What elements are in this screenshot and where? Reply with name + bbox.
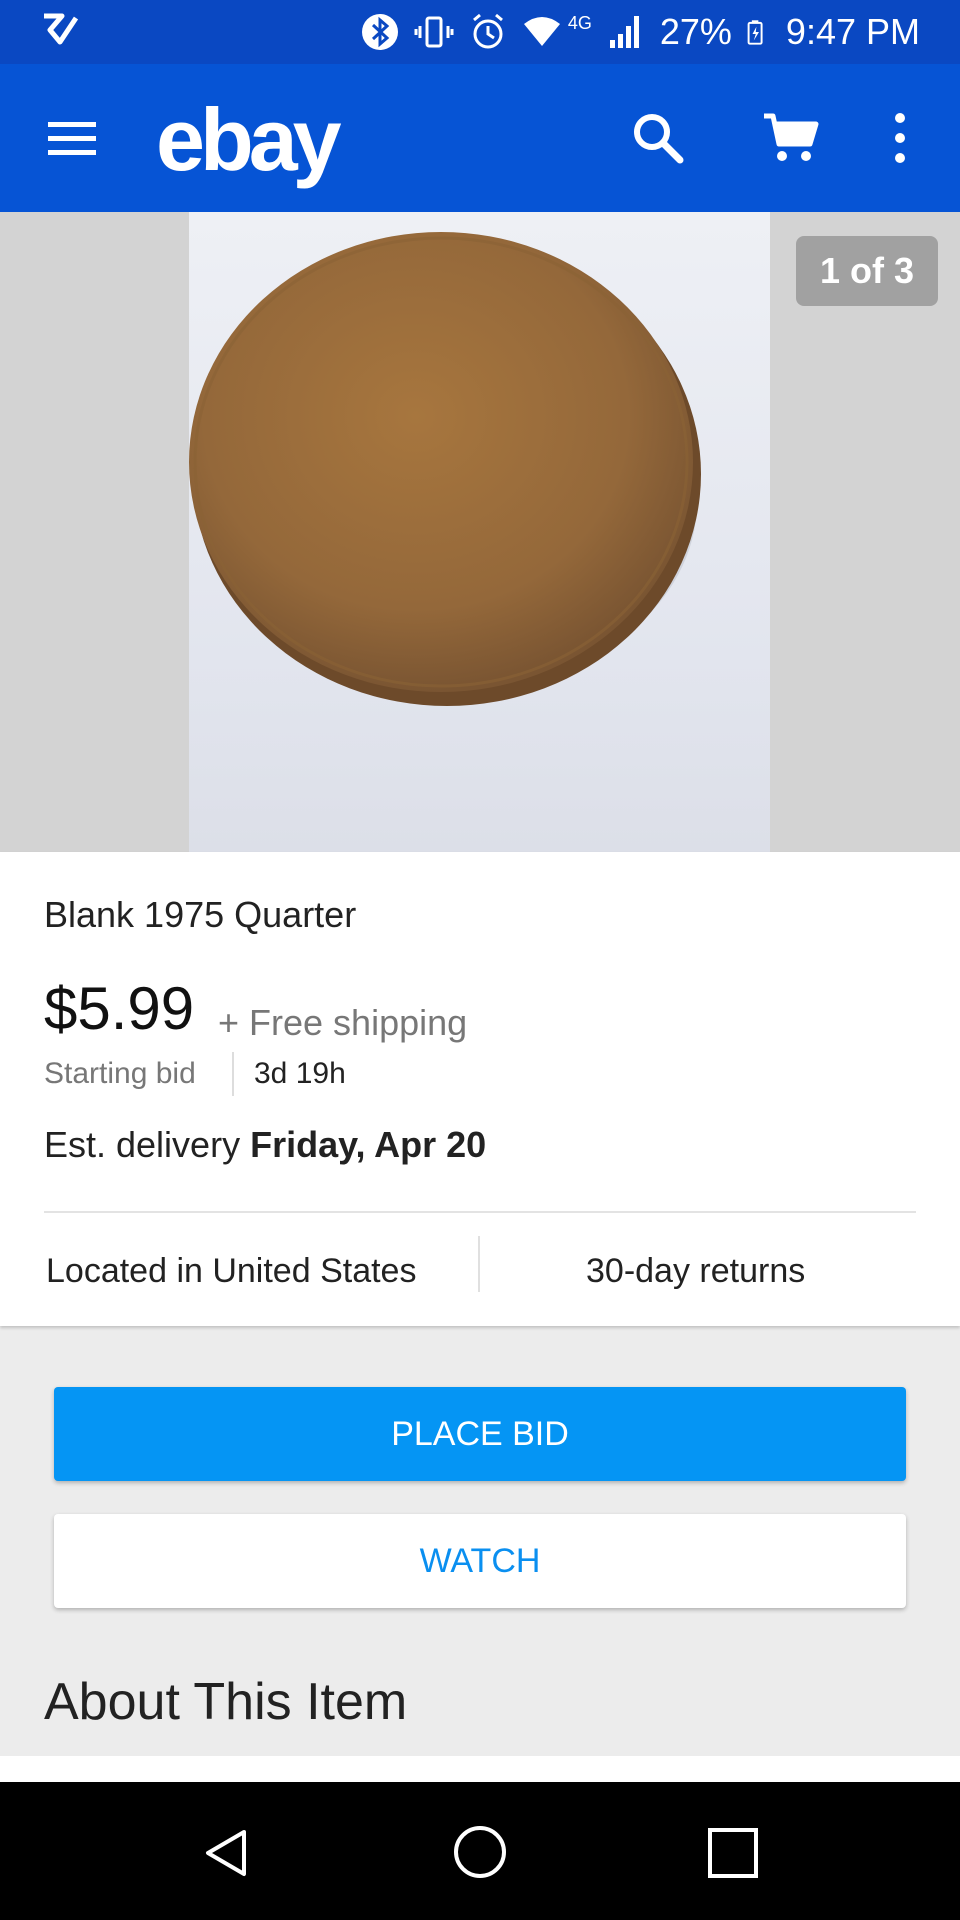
item-title: Blank 1975 Quarter	[44, 894, 357, 935]
menu-icon[interactable]	[44, 114, 100, 162]
battery-percent: 27%	[659, 11, 732, 52]
delivery-label: Est. delivery	[44, 1124, 241, 1165]
search-icon[interactable]	[630, 110, 686, 166]
about-section-title: About This Item	[44, 1673, 408, 1731]
divider	[44, 1211, 916, 1213]
about-section-card	[0, 1756, 960, 1782]
image-counter: 1 of 3	[796, 236, 938, 306]
divider	[232, 1052, 234, 1096]
item-location: Located in United States	[46, 1252, 417, 1290]
item-details-card: Blank 1975 Quarter $5.99 + Free shipping…	[0, 852, 960, 1326]
item-price: $5.99	[44, 975, 195, 1042]
back-icon[interactable]	[200, 1826, 254, 1880]
system-nav-bar	[0, 1782, 960, 1920]
alarm-icon	[472, 13, 503, 49]
image-gallery[interactable]: 1 of 3	[0, 212, 960, 852]
app-notification-icon	[44, 13, 79, 45]
clock: 9:47 PM	[785, 11, 920, 52]
shipping-info: + Free shipping	[218, 1002, 468, 1043]
wifi-icon	[523, 17, 560, 46]
coin-image	[189, 232, 701, 706]
delivery-date: Friday, Apr 20	[250, 1124, 487, 1165]
item-photo[interactable]	[189, 212, 770, 852]
recent-apps-icon[interactable]	[706, 1826, 760, 1880]
cart-icon[interactable]	[760, 110, 820, 166]
place-bid-button[interactable]: PLACE BID	[54, 1387, 906, 1481]
home-icon[interactable]	[452, 1824, 508, 1880]
watch-button[interactable]: WATCH	[54, 1514, 906, 1608]
time-left: 3d 19h	[254, 1057, 346, 1090]
vibrate-icon	[414, 16, 454, 48]
ebay-logo[interactable]: ebay	[156, 90, 342, 190]
bluetooth-icon	[361, 14, 398, 50]
app-bar: ebay	[0, 64, 960, 212]
bid-type-label: Starting bid	[44, 1057, 196, 1090]
divider	[478, 1236, 480, 1292]
status-bar: 4G 27% 9:47 PM	[0, 0, 960, 64]
signal-icon	[609, 16, 639, 48]
battery-charging-icon	[747, 20, 763, 45]
network-type: 4G	[567, 12, 592, 33]
estimated-delivery: Est. delivery Friday, Apr 20	[44, 1124, 486, 1166]
returns-policy[interactable]: 30-day returns	[586, 1252, 805, 1291]
more-vert-icon[interactable]	[880, 108, 920, 168]
